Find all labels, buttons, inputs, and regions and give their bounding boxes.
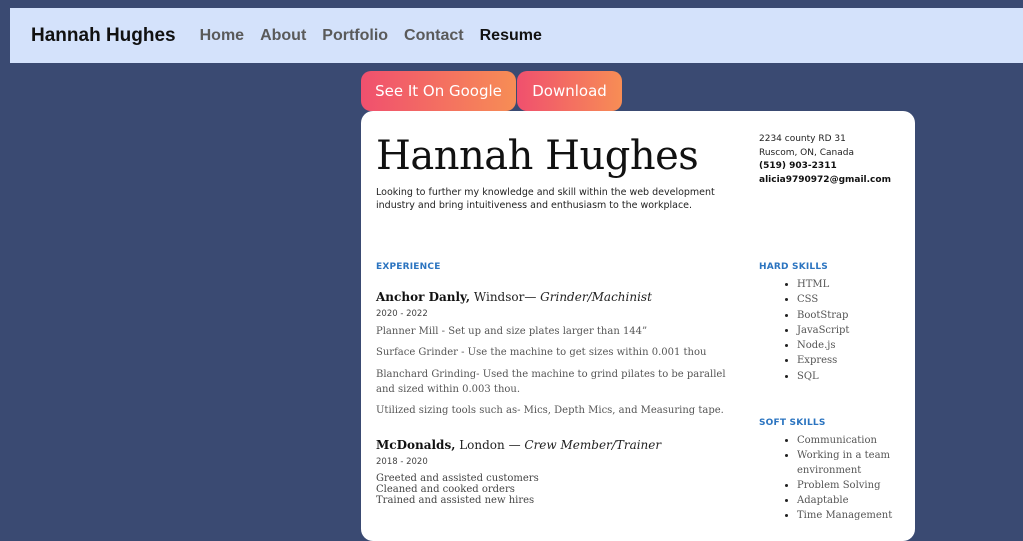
nav-contact[interactable]: Contact	[404, 27, 464, 45]
nav-portfolio[interactable]: Portfolio	[322, 27, 388, 45]
nav-resume[interactable]: Resume	[480, 27, 542, 45]
nav-about[interactable]: About	[260, 27, 306, 45]
download-button[interactable]: Download	[517, 71, 622, 111]
job-heading: McDonalds, London — Crew Member/Trainer	[376, 438, 661, 452]
address-line-2: Ruscom, ON, Canada	[759, 147, 854, 158]
email-address: alicia9790972@gmail.com	[759, 174, 891, 185]
skill-item: Time Management	[797, 508, 927, 523]
skill-item: BootStrap	[797, 308, 927, 323]
brand-link[interactable]: Hannah Hughes	[31, 25, 176, 47]
skill-item: CSS	[797, 292, 927, 307]
job-heading: Anchor Danly, Windsor— Grinder/Machinist	[376, 290, 652, 304]
skill-item: Node.js	[797, 338, 927, 353]
hard-skills-heading: HARD SKILLS	[759, 262, 828, 272]
job-duty: Greeted and assisted customers	[376, 473, 539, 484]
skill-item: Problem Solving	[797, 478, 927, 493]
top-navbar: Hannah Hughes Home About Portfolio Conta…	[10, 8, 1023, 63]
job-role: Grinder/Machinist	[540, 290, 652, 304]
skill-item: Adaptable	[797, 493, 927, 508]
skill-item: Working in a team environment	[797, 448, 927, 478]
resume-name: Hannah Hughes	[376, 133, 699, 179]
soft-skills-list: Communication Working in a team environm…	[759, 433, 927, 523]
job-company: McDonalds,	[376, 438, 456, 452]
job-role: Crew Member/Trainer	[524, 438, 662, 452]
phone-number: (519) 903-2311	[759, 161, 837, 171]
experience-heading: EXPERIENCE	[376, 262, 441, 272]
nav-home[interactable]: Home	[200, 27, 244, 45]
job-location: Windsor—	[470, 290, 541, 304]
contact-info: 2234 county RD 31 Ruscom, ON, Canada (51…	[759, 133, 909, 187]
resume-tagline: Looking to further my knowledge and skil…	[376, 187, 715, 211]
job-duty: Utilized sizing tools such as- Mics, Dep…	[376, 405, 724, 416]
resume-document: Hannah Hughes Looking to further my know…	[361, 111, 915, 541]
job-duty: Surface Grinder - Use the machine to get…	[376, 347, 707, 358]
job-duty: Trained and assisted new hires	[376, 495, 535, 506]
job-company: Anchor Danly,	[376, 290, 471, 304]
job-location: London —	[455, 438, 525, 452]
soft-skills-heading: SOFT SKILLS	[759, 418, 826, 428]
job-dates: 2020 - 2022	[376, 309, 428, 319]
see-it-on-google-button[interactable]: See It On Google	[361, 71, 516, 111]
job-duty: Blanchard Grinding- Used the machine to …	[376, 369, 726, 395]
job-duty: Planner Mill - Set up and size plates la…	[376, 326, 648, 337]
skill-item: SQL	[797, 369, 927, 384]
hard-skills-list: HTML CSS BootStrap JavaScript Node.js Ex…	[759, 277, 927, 384]
job-dates: 2018 - 2020	[376, 457, 428, 467]
skill-item: JavaScript	[797, 323, 927, 338]
address-line-1: 2234 county RD 31	[759, 134, 846, 144]
job-duty: Cleaned and cooked orders	[376, 484, 515, 495]
skill-item: Express	[797, 353, 927, 368]
skill-item: HTML	[797, 277, 927, 292]
skill-item: Communication	[797, 433, 927, 448]
